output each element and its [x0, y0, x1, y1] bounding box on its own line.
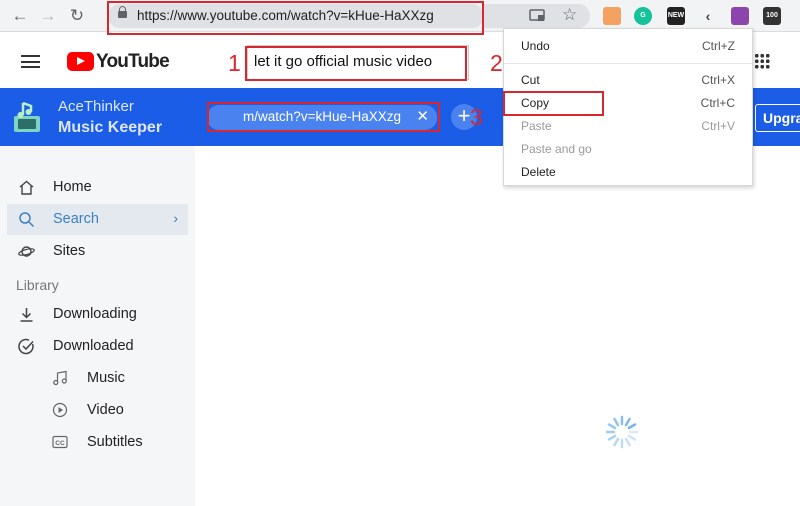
sidebar-item-downloading[interactable]: Downloading — [7, 299, 188, 330]
home-icon — [19, 180, 34, 195]
cc-icon: CC — [52, 435, 68, 449]
context-menu-paste[interactable]: Paste Ctrl+V — [504, 115, 752, 138]
apps-grid-icon[interactable] — [754, 53, 770, 69]
screenshot-root: ← → ↻ https://www.youtube.com/watch?v=kH… — [0, 0, 800, 506]
context-menu-cut[interactable]: Cut Ctrl+X — [504, 69, 752, 92]
grammarly-extension-icon[interactable]: G — [634, 7, 652, 25]
sidebar-item-music[interactable]: Music — [52, 365, 192, 393]
address-bar[interactable]: https://www.youtube.com/watch?v=kHue-HaX… — [108, 4, 484, 28]
youtube-logo-icon[interactable] — [67, 52, 94, 71]
planet-icon — [18, 246, 35, 257]
sidebar-item-subtitles[interactable]: CC Subtitles — [52, 429, 192, 457]
app-sidebar: Home Search › Sites Library Downloading — [0, 146, 195, 506]
sidebar-item-label: Sites — [53, 243, 86, 259]
context-menu-shortcut: Ctrl+X — [701, 73, 735, 87]
loading-spinner-icon — [605, 415, 639, 449]
music-note-icon — [53, 370, 67, 386]
sidebar-item-label: Home — [53, 179, 92, 195]
bird-extension-icon[interactable] — [731, 7, 749, 25]
sidebar-item-label: Downloaded — [53, 338, 134, 354]
sidebar-item-label: Subtitles — [87, 434, 143, 450]
music-keeper-logo-icon — [14, 101, 40, 132]
youtube-wordmark[interactable]: YouTube — [96, 51, 170, 73]
sidebar-item-home[interactable]: Home — [7, 172, 188, 203]
sidebar-item-sites[interactable]: Sites — [7, 236, 188, 267]
context-menu-shortcut: Ctrl+V — [701, 119, 735, 133]
paste-url-value: m/watch?v=kHue-HaXXzg — [243, 109, 401, 124]
sidebar-item-label: Search — [53, 211, 99, 227]
news-extension-icon[interactable]: NEW — [667, 7, 685, 25]
reload-icon[interactable]: ↻ — [67, 6, 87, 26]
address-bar-url: https://www.youtube.com/watch?v=kHue-HaX… — [137, 8, 434, 23]
spinner-segment — [607, 434, 617, 441]
spinner-segment — [624, 437, 631, 447]
hamburger-menu-icon[interactable] — [21, 55, 40, 68]
context-menu-label: Undo — [521, 39, 550, 53]
spinner-segment — [613, 417, 620, 427]
chevron-right-icon: › — [173, 210, 178, 226]
annotation-step-1: 1 — [228, 50, 241, 76]
upgrade-button[interactable]: Upgra — [755, 104, 800, 132]
context-menu-divider — [504, 63, 752, 64]
clear-input-icon[interactable]: ✕ — [416, 107, 429, 125]
address-bar-actions: ☆ — [484, 4, 590, 28]
context-menu-label: Delete — [521, 165, 556, 179]
context-menu-copy[interactable]: Copy Ctrl+C — [504, 92, 752, 115]
context-menu-shortcut: Ctrl+Z — [702, 39, 735, 53]
search-icon — [19, 212, 35, 228]
app-product-name: Music Keeper — [58, 119, 163, 136]
download-icon — [20, 308, 33, 322]
svg-text:CC: CC — [55, 440, 65, 447]
context-menu-label: Paste — [521, 119, 552, 133]
bookmark-star-icon[interactable]: ☆ — [562, 5, 577, 25]
sidebar-item-video[interactable]: Video — [52, 397, 192, 425]
sidebar-item-downloaded[interactable]: Downloaded — [7, 331, 188, 362]
sidebar-item-label: Music — [87, 370, 125, 386]
context-menu-label: Copy — [521, 96, 550, 110]
app-brand-name: AceThinker — [58, 98, 134, 115]
context-menu-delete[interactable]: Delete — [504, 161, 752, 184]
spinner-segment — [627, 434, 637, 441]
lock-icon — [118, 6, 127, 20]
library-heading: Library — [16, 277, 59, 293]
forward-arrow-icon[interactable]: → — [38, 6, 58, 26]
spinner-segment — [624, 417, 631, 427]
cast-icon[interactable] — [529, 9, 545, 23]
spinner-segment — [613, 437, 620, 447]
context-menu-label: Cut — [521, 73, 540, 87]
youtube-search-value: let it go official music video — [254, 53, 433, 70]
back-arrow-icon[interactable]: ← — [10, 6, 30, 26]
context-menu-label: Paste and go — [521, 142, 592, 156]
sidebar-item-label: Video — [87, 402, 124, 418]
spinner-segment — [627, 423, 637, 430]
context-menu: Undo Ctrl+Z Cut Ctrl+X Copy Ctrl+C Paste… — [503, 28, 753, 186]
context-menu-paste-and-go[interactable]: Paste and go — [504, 138, 752, 161]
annotation-step-2: 2 — [490, 50, 503, 76]
annotation-step-3: 3 — [470, 104, 483, 130]
sidebar-item-label: Downloading — [53, 306, 137, 322]
play-circle-icon — [52, 402, 68, 418]
paste-url-input[interactable]: m/watch?v=kHue-HaXXzg ✕ — [207, 105, 437, 130]
context-menu-shortcut: Ctrl+C — [700, 96, 735, 110]
hundred-extension-icon[interactable]: 100 — [763, 7, 781, 25]
kiwi-extension-icon[interactable]: ‹ — [699, 7, 717, 25]
check-circle-icon — [18, 338, 34, 355]
spinner-segment — [607, 423, 617, 430]
youtube-search-input[interactable]: let it go official music video — [247, 45, 469, 80]
honey-extension-icon[interactable] — [603, 7, 621, 25]
app-header-right: Upgra — [753, 88, 800, 146]
sidebar-item-search[interactable]: Search › — [7, 204, 188, 235]
context-menu-undo[interactable]: Undo Ctrl+Z — [504, 35, 752, 58]
